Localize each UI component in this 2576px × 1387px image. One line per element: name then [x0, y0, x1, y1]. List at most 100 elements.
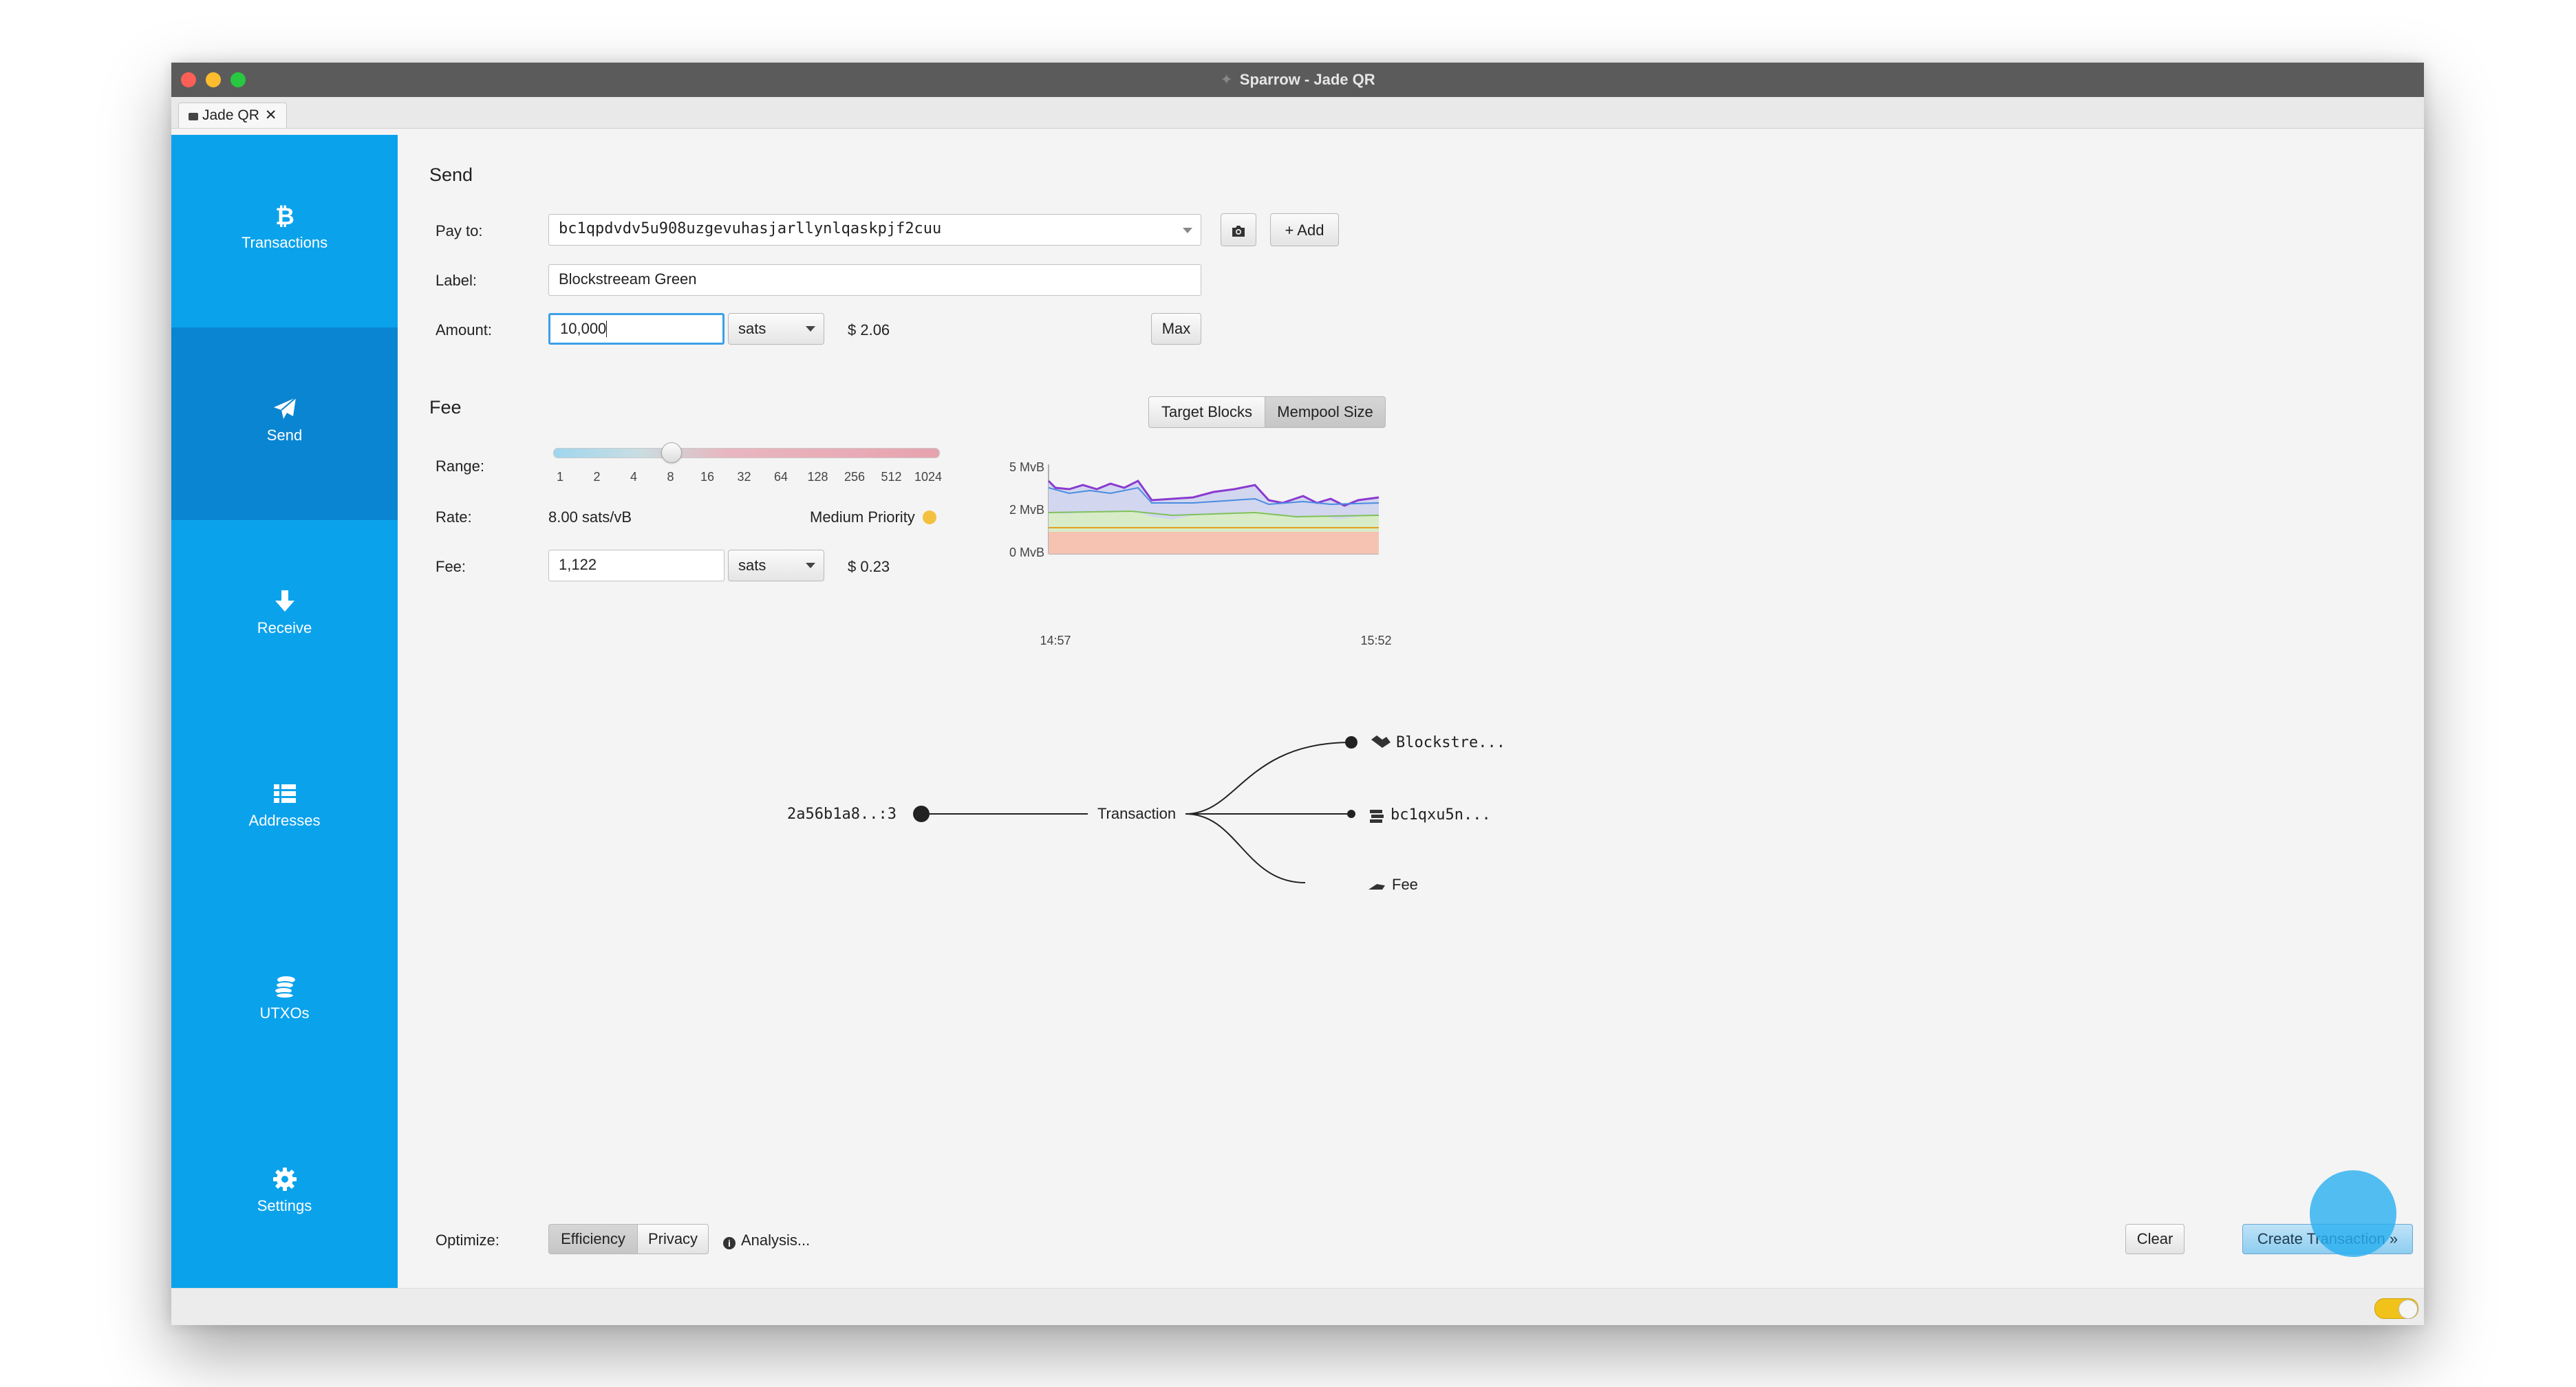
add-recipient-button[interactable]: + Add	[1270, 213, 1339, 246]
mempool-size-toggle[interactable]: Mempool Size	[1265, 396, 1386, 428]
rate-label: Rate:	[436, 508, 472, 526]
target-blocks-toggle[interactable]: Target Blocks	[1148, 396, 1265, 428]
sidebar-item-settings[interactable]: Settings	[171, 1098, 398, 1291]
fee-input[interactable]: 1,122	[548, 550, 724, 581]
window-title-text: Sparrow - Jade QR	[1239, 71, 1375, 88]
status-bar	[171, 1288, 2424, 1325]
wallet-icon	[189, 113, 198, 120]
click-indicator	[2310, 1170, 2396, 1257]
amount-input[interactable]: 10,000	[548, 313, 724, 345]
range-tick-label: 2	[593, 470, 601, 484]
bitcoin-icon: ₿	[275, 204, 294, 228]
fee-hand-icon	[1368, 884, 1385, 890]
range-tick-label: 1024	[914, 470, 943, 484]
range-tick-label: 16	[700, 470, 715, 484]
range-tick-label: 4	[630, 470, 637, 484]
title-bar: ✦ Sparrow - Jade QR	[171, 63, 2424, 97]
fee-unit-select[interactable]: sats	[728, 550, 824, 581]
output-edge-recipient	[1185, 742, 1352, 815]
clear-button[interactable]: Clear	[2125, 1224, 2185, 1254]
output-fee-label: Fee	[1392, 876, 1418, 893]
amount-fiat: $ 2.06	[848, 321, 890, 338]
optimize-label: Optimize:	[436, 1232, 500, 1249]
sidebar-item-label: UTXOs	[259, 1004, 310, 1022]
transaction-label: Transaction	[1097, 805, 1176, 822]
max-button[interactable]: Max	[1151, 313, 1201, 345]
rate-value: 8.00 sats/vB	[548, 508, 632, 526]
paper-plane-icon	[273, 397, 297, 419]
transaction-diagram: 2a56b1a8..:3 Transaction Blockstre... bc…	[787, 734, 1505, 893]
chevron-down-icon	[806, 563, 815, 568]
output-address-label: bc1qxu5n...	[1391, 806, 1491, 824]
app-window: ✦ Sparrow - Jade QR Jade QR ✕ ₿ Transactio…	[171, 63, 2424, 1325]
fee-header: Fee	[429, 397, 462, 418]
range-tick-label: 1	[556, 470, 564, 484]
y-tick-label: 2 MvB	[1009, 503, 1044, 517]
fee-range-slider-thumb[interactable]	[661, 442, 682, 463]
camera-icon	[1232, 226, 1245, 237]
privacy-toggle[interactable]: Privacy	[637, 1224, 709, 1254]
pay-to-value: bc1qpdvdv5u908uzgevuhasjarllynlqaskpjf2c…	[559, 220, 942, 237]
priority-indicator-icon	[923, 510, 936, 524]
address-node[interactable]	[1347, 810, 1355, 818]
amount-value: 10,000	[560, 320, 607, 337]
y-tick-label: 5 MvB	[1009, 460, 1044, 474]
tab-bar: Jade QR ✕	[171, 97, 2424, 129]
sidebar-item-label: Send	[266, 427, 303, 444]
gear-icon	[272, 1168, 297, 1191]
coins-icon	[273, 976, 295, 999]
range-tick-label: 128	[807, 470, 828, 484]
analysis-link[interactable]: i Analysis...	[723, 1232, 810, 1249]
sidebar-item-transactions[interactable]: ₿ Transactions	[171, 135, 398, 327]
analysis-label: Analysis...	[741, 1232, 811, 1249]
chevron-down-icon[interactable]	[1183, 228, 1192, 233]
svg-text:₿: ₿	[275, 204, 294, 228]
sidebar-item-label: Addresses	[248, 812, 321, 829]
fee-range-ticks: 1 2 4 8 16 32 64 128 256 512 1024	[171, 470, 997, 486]
range-tick-label: 8	[667, 470, 674, 484]
sidebar-item-label: Receive	[257, 619, 312, 636]
chevron-down-icon	[806, 326, 815, 332]
pay-to-input[interactable]: bc1qpdvdv5u908uzgevuhasjarllynlqaskpjf2c…	[548, 214, 1201, 246]
efficiency-toggle[interactable]: Efficiency	[548, 1224, 638, 1254]
mempool-size-chart: 5 MvB 2 MvB 0 MvB 14:57 15:52	[1009, 460, 1392, 647]
priority-label: Medium Priority	[810, 508, 915, 526]
output-recipient-label: Blockstre...	[1396, 734, 1505, 751]
label-label: Label:	[436, 272, 477, 289]
fee-range-slider-track[interactable]	[553, 448, 940, 458]
range-tick-label: 512	[881, 470, 902, 484]
sidebar-item-send[interactable]: Send	[171, 327, 398, 520]
x-tick-label: 15:52	[1360, 634, 1391, 647]
sidebar-item-receive[interactable]: Receive	[171, 520, 398, 713]
range-tick-label: 256	[844, 470, 866, 484]
fee-fiat: $ 0.23	[848, 558, 890, 575]
range-tick-label: 32	[737, 470, 751, 484]
input-label: 2a56b1a8..:3	[787, 806, 897, 823]
amount-label: Amount:	[436, 321, 492, 338]
coins-icon	[1370, 810, 1384, 823]
scan-qr-button[interactable]	[1221, 213, 1256, 246]
output-edge-fee	[1185, 813, 1306, 883]
toggle-knob	[2398, 1300, 2418, 1319]
sidebar-item-addresses[interactable]: Addresses	[171, 713, 398, 905]
tab-wallet[interactable]: Jade QR ✕	[178, 103, 288, 128]
info-icon: i	[723, 1237, 736, 1249]
sidebar: ₿ Transactions Send Receive Addresses UT…	[171, 135, 398, 1288]
pay-to-label: Pay to:	[436, 222, 483, 239]
handshake-icon	[1371, 735, 1391, 748]
window-title: ✦ Sparrow - Jade QR	[171, 63, 2424, 97]
close-tab-icon[interactable]: ✕	[265, 107, 277, 123]
label-input[interactable]: Blockstreeam Green	[548, 264, 1201, 296]
list-icon	[273, 784, 296, 803]
fee-unit-value: sats	[738, 557, 766, 574]
amount-unit-select[interactable]: sats	[728, 313, 824, 345]
connection-toggle[interactable]	[2374, 1298, 2418, 1319]
sidebar-item-utxos[interactable]: UTXOs	[171, 905, 398, 1098]
sidebar-item-label: Transactions	[241, 234, 328, 251]
arrow-down-icon	[275, 590, 294, 612]
fee-label: Fee:	[436, 558, 466, 575]
text-cursor	[606, 321, 608, 337]
x-tick-label: 14:57	[1040, 634, 1071, 647]
recipient-node[interactable]	[1345, 736, 1357, 749]
mempool-area-low	[1049, 532, 1379, 554]
